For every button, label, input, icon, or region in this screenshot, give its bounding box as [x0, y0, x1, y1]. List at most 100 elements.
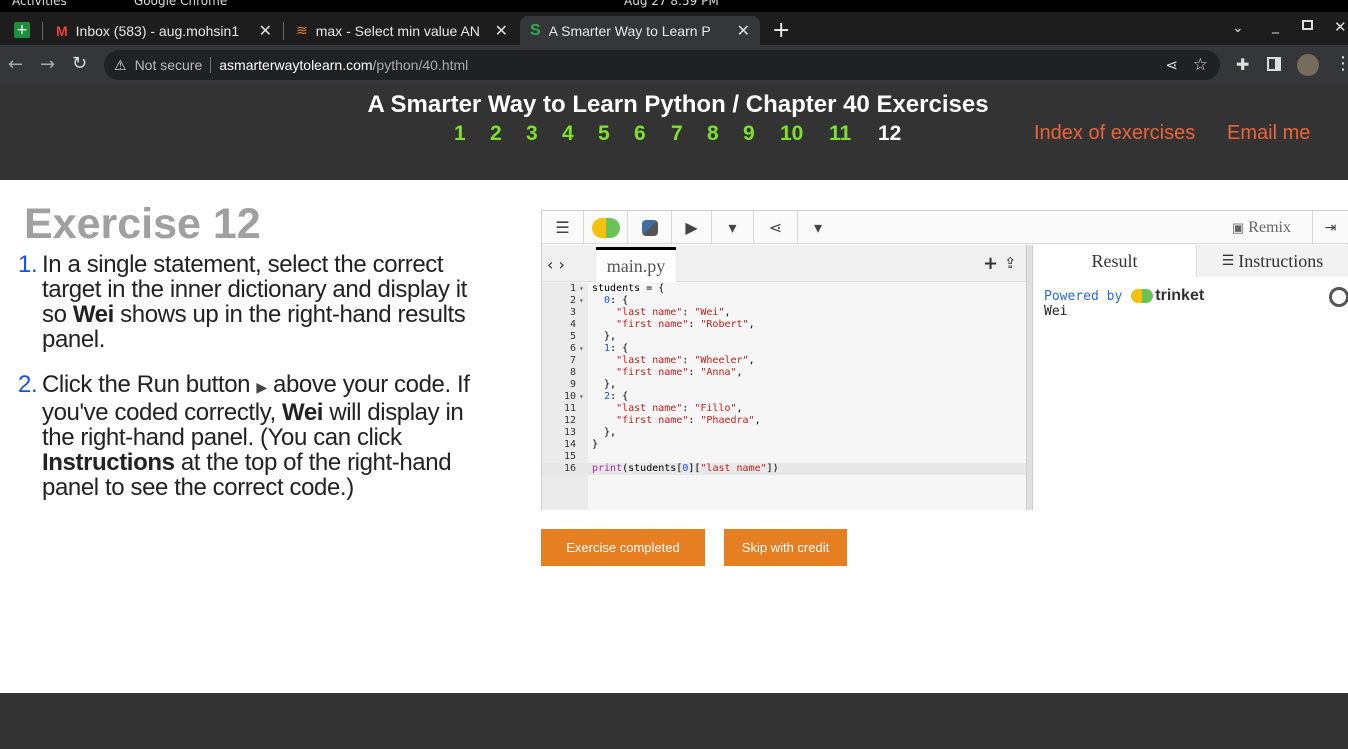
line-number: 16 [563, 463, 576, 474]
restore-icon[interactable] [1302, 20, 1313, 30]
file-tab-main-py[interactable]: main.py [596, 247, 676, 282]
app-name-label: Google Chrome [134, 0, 228, 8]
sign-in-icon[interactable]: ⇥ [1312, 211, 1348, 244]
url-path: /python/40.html [372, 57, 469, 73]
remix-button[interactable]: ▣ Remix [1232, 211, 1291, 244]
index-of-exercises-link[interactable]: Index of exercises [1034, 122, 1195, 145]
close-icon[interactable]: ✕ [495, 21, 508, 41]
code-line[interactable]: 1 ▾ students = { [542, 283, 1026, 295]
line-number: 13 [563, 427, 576, 438]
result-tab-bar: Result ☰ Instructions [1033, 245, 1348, 277]
line-number: 12 [563, 415, 576, 426]
code-line[interactable]: 9 }, [542, 379, 1026, 391]
code-line[interactable]: 15 [542, 451, 1026, 463]
code-line[interactable]: 4 "first name": "Robert", [542, 319, 1026, 331]
run-options-chevron-icon[interactable]: ▾ [712, 211, 754, 244]
chapter-link-1[interactable]: 1 [454, 122, 466, 146]
fold-chevron-icon[interactable]: ▾ [579, 343, 584, 355]
address-bar[interactable]: ⚠ Not secure asmarterwaytolearn.com /pyt… [104, 50, 1220, 80]
reload-icon[interactable]: ↻ [72, 53, 87, 74]
line-number: 3 [569, 307, 576, 318]
email-me-link[interactable]: Email me [1227, 122, 1310, 145]
line-number: 7 [569, 355, 576, 366]
code-line[interactable]: 11 "last name": "Fillo", [542, 403, 1026, 415]
share-options-chevron-icon[interactable]: ▾ [798, 211, 838, 244]
trinket-logo-icon[interactable] [584, 211, 628, 244]
close-icon[interactable]: ✕ [259, 21, 272, 41]
toggle-files-icon[interactable]: ‹ › [547, 255, 565, 274]
editor-tab-bar: ‹ › main.py + ⇪ [542, 245, 1026, 282]
hamburger-menu-icon[interactable]: ☰ [542, 211, 584, 244]
site-footer [0, 693, 1348, 749]
code-text: "first name": "Robert", [616, 319, 755, 330]
chapter-link-3[interactable]: 3 [526, 122, 538, 146]
tab-list-chevron-icon[interactable]: ⌄ [1232, 20, 1244, 36]
chapter-link-6[interactable]: 6 [634, 122, 646, 146]
stop-icon[interactable] [1329, 287, 1348, 307]
code-text: "last name": "Fillo", [616, 403, 743, 414]
code-line[interactable]: 7 "last name": "Wheeler", [542, 355, 1026, 367]
chapter-link-2[interactable]: 2 [490, 122, 502, 146]
tab-search-icon[interactable]: + [14, 22, 30, 38]
tab-gmail[interactable]: M Inbox (583) - aug.mohsin1 ✕ [46, 16, 282, 45]
tab-title: A Smarter Way to Learn P [548, 22, 711, 39]
extensions-icon[interactable]: ✚ [1236, 55, 1249, 74]
chapter-link-9[interactable]: 9 [743, 122, 755, 146]
tab-separator [283, 22, 284, 40]
code-text: }, [592, 331, 617, 342]
chapter-link-10[interactable]: 10 [780, 122, 803, 146]
side-panel-icon[interactable] [1267, 57, 1281, 71]
chapter-link-8[interactable]: 8 [707, 122, 719, 146]
code-text: students = { [592, 283, 665, 294]
code-line[interactable]: 3 "last name": "Wei", [542, 307, 1026, 319]
chapter-link-5[interactable]: 5 [598, 122, 610, 146]
add-file-icon[interactable]: + [983, 253, 998, 274]
avatar[interactable] [1297, 54, 1319, 76]
fold-chevron-icon[interactable]: ▾ [579, 391, 584, 403]
code-line[interactable]: 10 ▾ 2: { [542, 391, 1026, 403]
star-icon[interactable]: ☆ [1193, 55, 1208, 75]
close-window-icon[interactable]: ✕ [1334, 18, 1347, 36]
code-line[interactable]: 5 }, [542, 331, 1026, 343]
code-line[interactable]: 6 ▾ 1: { [542, 343, 1026, 355]
activities-label[interactable]: Activities [12, 0, 67, 8]
menu-kebab-icon[interactable]: ⋮ [1334, 53, 1348, 74]
back-icon[interactable]: ← [8, 54, 23, 75]
tab-instructions[interactable]: ☰ Instructions [1197, 245, 1348, 277]
result-pane: Result ☰ Instructions Powered by trinket … [1033, 245, 1348, 510]
output-text: Wei [1044, 304, 1068, 319]
tab-smarterway[interactable]: S A Smarter Way to Learn P ✕ [520, 16, 760, 45]
python-icon[interactable] [628, 211, 672, 244]
skip-with-credit-button[interactable]: Skip with credit [724, 529, 847, 566]
code-line[interactable]: 14} [542, 439, 1026, 451]
gmail-icon: M [56, 22, 68, 39]
powered-by-trinket[interactable]: Powered by trinket [1044, 287, 1204, 305]
chapter-link-7[interactable]: 7 [671, 122, 683, 146]
code-text: 2: { [604, 391, 629, 402]
share-icon[interactable]: ⋖ [754, 211, 798, 244]
tab-result[interactable]: Result [1033, 245, 1197, 277]
code-lines[interactable]: 1 ▾ students = {2 ▾ 0: {3 "last name": "Wei… [542, 283, 1026, 475]
code-editor[interactable]: ‹ › main.py + ⇪ 1 ▾ students = {2 ▾ 0: {3 "… [542, 245, 1026, 510]
tab-stackoverflow[interactable]: ≋ max - Select min value AN ✕ [286, 16, 518, 45]
exercise-completed-button[interactable]: Exercise completed [541, 529, 705, 566]
minimize-icon[interactable]: _ [1272, 18, 1279, 34]
clock-label[interactable]: Aug 27 8:59 PM [624, 0, 719, 8]
forward-icon[interactable]: → [40, 54, 55, 75]
code-line[interactable]: 16 print(students[0]["last name"]) [542, 463, 1026, 475]
pane-splitter[interactable] [1026, 245, 1033, 510]
code-line[interactable]: 13 }, [542, 427, 1026, 439]
close-icon[interactable]: ✕ [737, 21, 750, 41]
upload-icon[interactable]: ⇪ [1004, 254, 1017, 272]
share-icon[interactable]: ⋖ [1165, 56, 1178, 74]
new-tab-icon[interactable]: + [772, 18, 790, 43]
code-line[interactable]: 8 "first name": "Anna", [542, 367, 1026, 379]
chapter-link-4[interactable]: 4 [562, 122, 574, 146]
exercise-step-2: 2. Click the Run button ▶ above your cod… [18, 372, 488, 500]
fold-chevron-icon[interactable]: ▾ [579, 295, 584, 307]
code-line[interactable]: 12 "first name": "Phaedra", [542, 415, 1026, 427]
run-button[interactable]: ▶ [672, 211, 712, 244]
fold-chevron-icon[interactable]: ▾ [579, 283, 584, 295]
chapter-link-11[interactable]: 11 [829, 122, 851, 146]
code-line[interactable]: 2 ▾ 0: { [542, 295, 1026, 307]
